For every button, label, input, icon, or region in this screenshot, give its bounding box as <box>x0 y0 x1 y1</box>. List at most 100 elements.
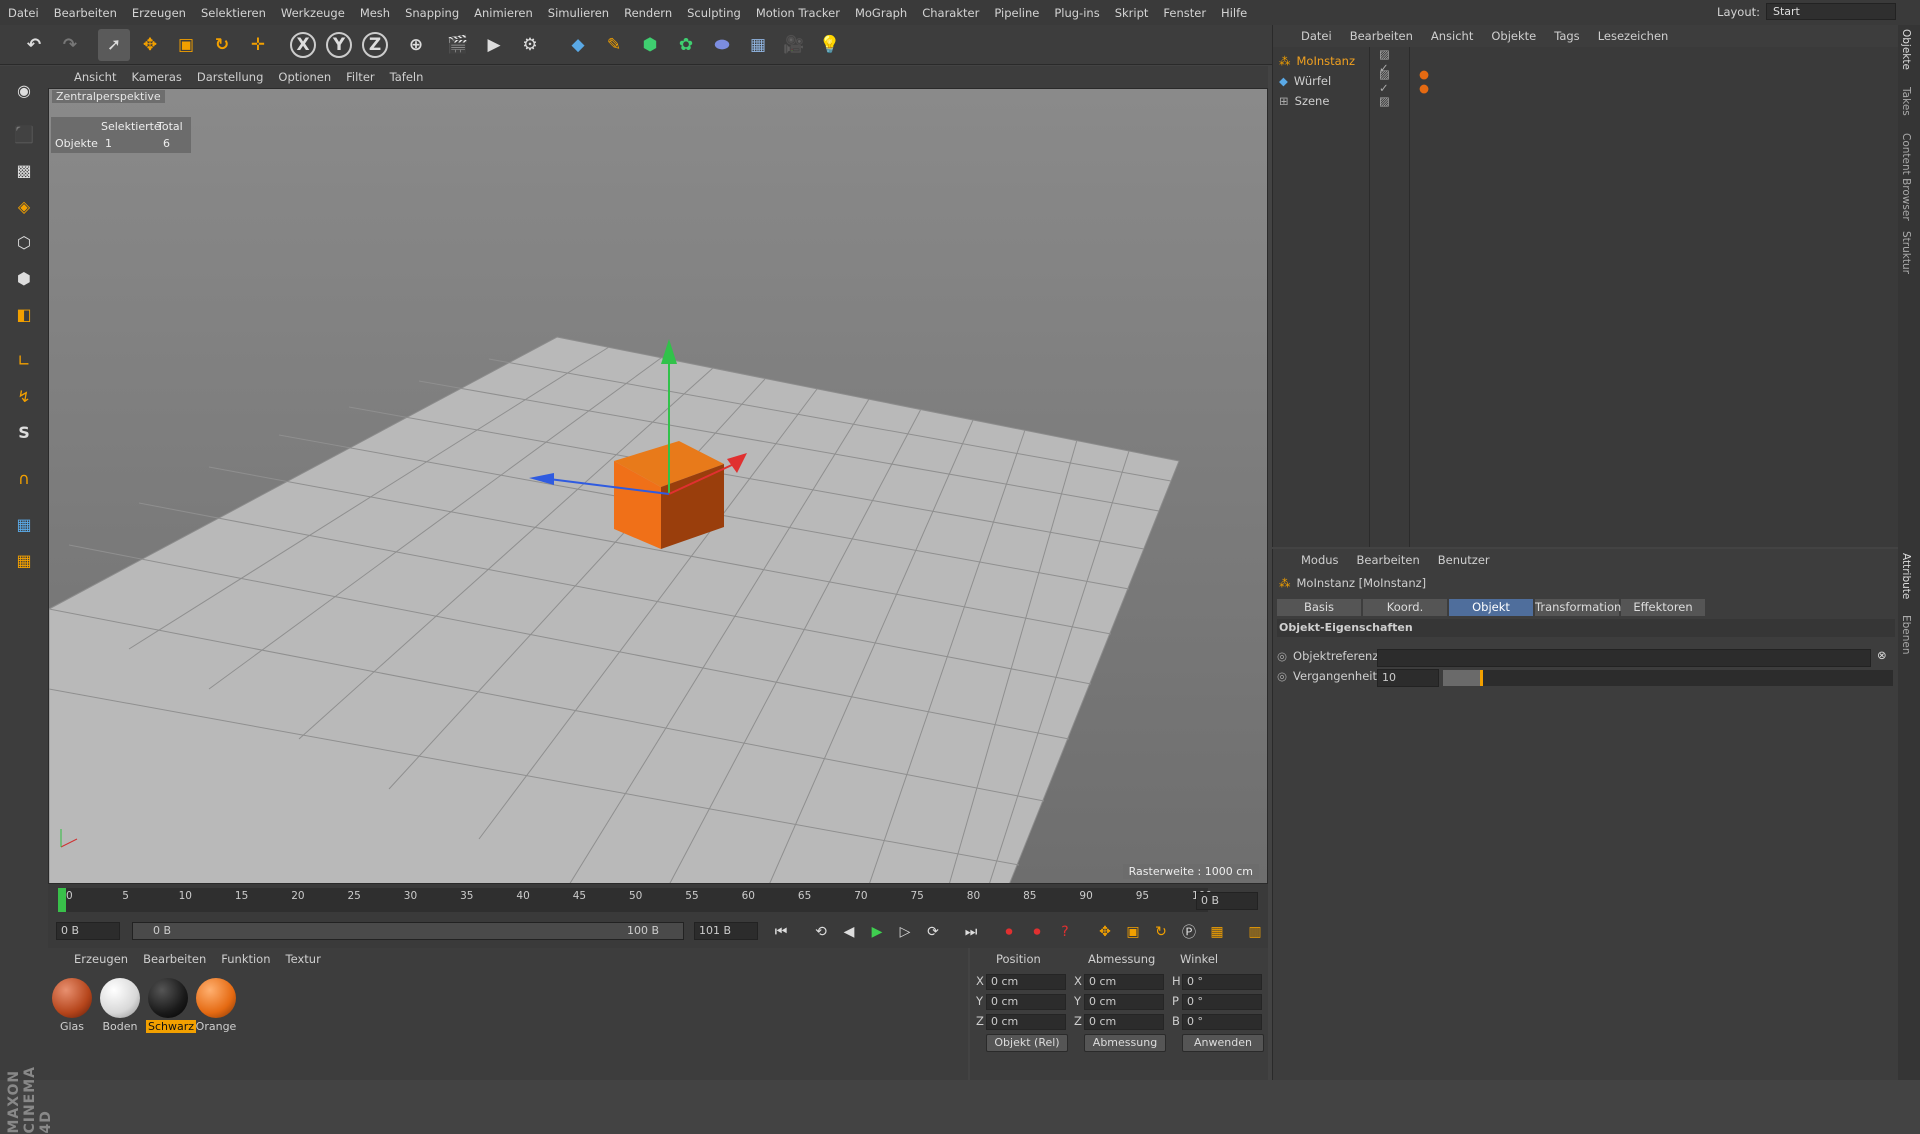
sphere-mode-icon[interactable]: ◉ <box>8 74 40 106</box>
polygons-mode-icon[interactable]: ◧ <box>8 298 40 330</box>
undo-icon[interactable]: ↶ <box>18 29 50 61</box>
points-mode-icon[interactable]: ⬡ <box>8 226 40 258</box>
render-view-icon[interactable]: 🎬 <box>442 29 474 61</box>
tab-takes-vertical[interactable]: Takes <box>1900 87 1912 116</box>
material-orange[interactable]: Orange <box>194 978 238 1033</box>
tab-content-browser-vertical[interactable]: Content Browser <box>1900 133 1912 221</box>
menu-charakter[interactable]: Charakter <box>922 6 979 20</box>
position-field[interactable]: 0 cm <box>986 994 1066 1010</box>
attr-menu-benutzer[interactable]: Benutzer <box>1438 553 1490 567</box>
vergangenheit-input[interactable]: 10 <box>1377 669 1439 687</box>
axis-mode-icon[interactable]: ∟ <box>8 344 40 376</box>
material-glas[interactable]: Glas <box>50 978 94 1033</box>
rotation-field[interactable]: 0 ° <box>1182 1014 1262 1030</box>
texture-mode-icon[interactable]: ▩ <box>8 154 40 186</box>
menu-skript[interactable]: Skript <box>1115 6 1149 20</box>
menu-erzeugen[interactable]: Erzeugen <box>132 6 186 20</box>
planar-workplane-icon[interactable]: ▦ <box>8 544 40 576</box>
goto-end-icon[interactable]: ⏭ <box>960 921 982 943</box>
viewport-menu-ansicht[interactable]: Ansicht <box>74 70 116 84</box>
key-rotation-icon[interactable]: ↻ <box>1150 921 1172 943</box>
viewport-menu-kameras[interactable]: Kameras <box>131 70 181 84</box>
tab-transformation[interactable]: Transformation <box>1535 599 1621 616</box>
move-tool-icon[interactable]: ✥ <box>134 29 166 61</box>
lock-workplane-icon[interactable]: ▦ <box>8 508 40 540</box>
visibility-icon[interactable]: ▨ <box>1379 94 1390 108</box>
rotation-field[interactable]: 0 ° <box>1182 974 1262 990</box>
select-tool-icon[interactable]: ➚ <box>98 29 130 61</box>
mat-menu-textur[interactable]: Textur <box>286 952 321 966</box>
menu-animieren[interactable]: Animieren <box>474 6 533 20</box>
mat-menu-funktion[interactable]: Funktion <box>221 952 270 966</box>
menu-pipeline[interactable]: Pipeline <box>994 6 1039 20</box>
key-scale-icon[interactable]: ▣ <box>1122 921 1144 943</box>
position-field[interactable]: 0 cm <box>986 974 1066 990</box>
menu-fenster[interactable]: Fenster <box>1163 6 1206 20</box>
size-field[interactable]: 0 cm <box>1084 1014 1164 1030</box>
objektreferenz-link-field[interactable] <box>1377 649 1871 667</box>
timeline-window-icon[interactable]: ▥ <box>1244 921 1266 943</box>
position-field[interactable]: 0 cm <box>986 1014 1066 1030</box>
obj-menu-ansicht[interactable]: Ansicht <box>1431 29 1473 43</box>
key-param-icon[interactable]: Ⓟ <box>1178 921 1200 943</box>
apply-button[interactable]: Anwenden <box>1182 1034 1264 1052</box>
menu-sculpting[interactable]: Sculpting <box>687 6 741 20</box>
attr-menu-bearbeiten[interactable]: Bearbeiten <box>1357 553 1420 567</box>
next-key-icon[interactable]: ⟳ <box>922 921 944 943</box>
tab-koord[interactable]: Koord. <box>1363 599 1447 616</box>
multi-tool-icon[interactable]: ✛ <box>242 29 274 61</box>
tweak-mode-icon[interactable]: ↯ <box>8 380 40 412</box>
size-field[interactable]: 0 cm <box>1084 994 1164 1010</box>
play-icon[interactable]: ▶ <box>866 921 888 943</box>
object-row-moinstanz[interactable]: ⁂ MoInstanz ▨ ✓ <box>1279 47 1390 75</box>
rotation-field[interactable]: 0 ° <box>1182 994 1262 1010</box>
coordinate-system-icon[interactable]: ⊕ <box>400 29 432 61</box>
obj-menu-datei[interactable]: Datei <box>1301 29 1332 43</box>
menu-mograph[interactable]: MoGraph <box>855 6 907 20</box>
model-mode-icon[interactable]: ⬛ <box>8 118 40 150</box>
frame-range-slider[interactable]: 0 B 100 B <box>132 922 684 940</box>
key-pla-icon[interactable]: ▦ <box>1206 921 1228 943</box>
cube-primitive-icon[interactable]: ◆ <box>562 29 594 61</box>
menu-mesh[interactable]: Mesh <box>360 6 390 20</box>
playhead[interactable] <box>58 888 66 912</box>
obj-menu-objekte[interactable]: Objekte <box>1491 29 1536 43</box>
next-frame-icon[interactable]: ▷ <box>894 921 916 943</box>
current-frame-field[interactable]: 0 B <box>1196 892 1258 910</box>
viewport-menu-darstellung[interactable]: Darstellung <box>197 70 263 84</box>
tab-struktur-vertical[interactable]: Struktur <box>1900 231 1912 274</box>
mat-menu-erzeugen[interactable]: Erzeugen <box>74 952 128 966</box>
animate-toggle-icon[interactable]: ◎ <box>1277 649 1287 663</box>
menu-simulieren[interactable]: Simulieren <box>548 6 609 20</box>
snapping-button[interactable]: S <box>8 416 40 448</box>
tab-attribute-vertical[interactable]: Attribute <box>1900 553 1912 599</box>
tab-objekt[interactable]: Objekt <box>1449 599 1533 616</box>
workplane-icon[interactable]: ◈ <box>8 190 40 222</box>
prev-key-icon[interactable]: ⟲ <box>810 921 832 943</box>
visibility-icon[interactable]: ▨ ✓ <box>1379 67 1390 95</box>
material-schwarz[interactable]: Schwarz <box>146 978 197 1033</box>
floor-icon[interactable]: ▦ <box>742 29 774 61</box>
y-axis-lock-button[interactable]: Y <box>326 32 352 58</box>
mat-menu-bearbeiten[interactable]: Bearbeiten <box>143 952 206 966</box>
animate-toggle-icon[interactable]: ◎ <box>1277 669 1287 683</box>
record-keyframe-icon[interactable]: ⏺ <box>998 921 1020 943</box>
light-icon[interactable]: 💡 <box>814 29 846 61</box>
prev-frame-icon[interactable]: ◀ <box>838 921 860 943</box>
pen-spline-icon[interactable]: ✎ <box>598 29 630 61</box>
keyframe-selection-icon[interactable]: ? <box>1054 921 1076 943</box>
menu-plugins[interactable]: Plug-ins <box>1054 6 1099 20</box>
goto-start-icon[interactable]: ⏮ <box>770 921 792 943</box>
min-frame-field[interactable]: 0 B <box>56 922 120 940</box>
obj-menu-lesezeichen[interactable]: Lesezeichen <box>1598 29 1669 43</box>
attr-menu-modus[interactable]: Modus <box>1301 553 1339 567</box>
vergangenheit-slider[interactable] <box>1443 670 1893 686</box>
coordinate-mode-dropdown[interactable]: Objekt (Rel) <box>986 1034 1068 1052</box>
menu-motion-tracker[interactable]: Motion Tracker <box>756 6 840 20</box>
render-settings-icon[interactable]: ⚙ <box>514 29 546 61</box>
render-picture-viewer-icon[interactable]: ▶ <box>478 29 510 61</box>
object-row-wuerfel[interactable]: ◆ Würfel ▨ ✓ ● ● <box>1279 67 1429 95</box>
menu-hilfe[interactable]: Hilfe <box>1221 6 1247 20</box>
viewport-menu-filter[interactable]: Filter <box>346 70 374 84</box>
deformer-icon[interactable]: ⬬ <box>706 29 738 61</box>
